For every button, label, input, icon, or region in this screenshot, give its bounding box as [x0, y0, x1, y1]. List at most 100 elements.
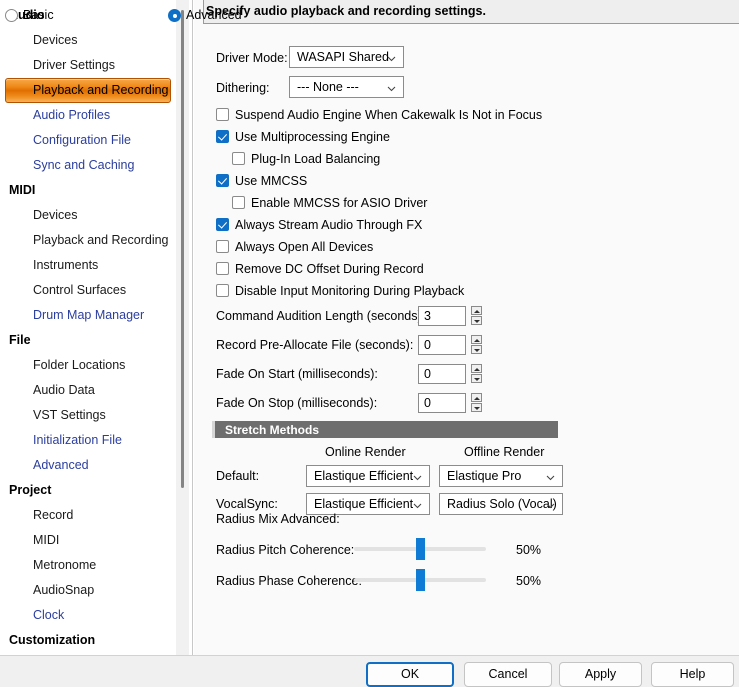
checkbox-indicator: [232, 152, 245, 165]
stepper-down-icon[interactable]: [471, 345, 482, 354]
cancel-button[interactable]: Cancel: [464, 662, 552, 687]
sidebar-item-configuration-file[interactable]: Configuration File: [5, 128, 171, 153]
driver-mode-dropdown[interactable]: WASAPI Shared: [289, 46, 404, 68]
spinner-label-2: Fade On Start (milliseconds):: [216, 367, 378, 381]
sidebar-group-file: File: [9, 333, 31, 347]
sidebar-item-instruments[interactable]: Instruments: [5, 253, 171, 278]
sidebar-item-sync-and-caching[interactable]: Sync and Caching: [5, 153, 171, 178]
checkbox-indicator: [216, 284, 229, 297]
chevron-down-icon: [387, 84, 396, 93]
mode-advanced-label: Advanced: [186, 8, 242, 22]
stretch-row-label-0: Default:: [216, 469, 260, 483]
chevron-down-icon: [387, 54, 396, 63]
online-render-column-header: Online Render: [325, 445, 406, 459]
page-title: Specify audio playback and recording set…: [206, 4, 486, 18]
stretch-offline-value: Radius Solo (Vocal): [447, 497, 557, 511]
sidebar-item-advanced[interactable]: Advanced: [5, 453, 171, 478]
checkbox-label: Remove DC Offset During Record: [235, 262, 424, 276]
stretch-offline-dropdown-1[interactable]: Radius Solo (Vocal): [439, 493, 563, 515]
content-body: Driver Mode: WASAPI Shared Dithering: --…: [194, 25, 739, 655]
stepper-up-icon[interactable]: [471, 306, 482, 315]
checkmark-icon: [216, 174, 229, 187]
slider-thumb-0[interactable]: [416, 538, 425, 560]
preferences-dialog: Audio Devices Driver Settings Playback and …: [0, 0, 739, 687]
stepper-down-icon[interactable]: [471, 316, 482, 325]
stepper-up-icon[interactable]: [471, 335, 482, 344]
sidebar-item-folder-locations[interactable]: Folder Locations: [5, 353, 171, 378]
stretch-methods-title: Stretch Methods: [225, 423, 320, 437]
checkbox-label: Plug-In Load Balancing: [251, 152, 381, 166]
stretch-offline-value: Elastique Pro: [447, 469, 522, 483]
stepper-down-icon[interactable]: [471, 403, 482, 412]
stretch-offline-dropdown-0[interactable]: Elastique Pro: [439, 465, 563, 487]
spinner-value: 0: [424, 396, 431, 410]
apply-button[interactable]: Apply: [559, 662, 642, 687]
sidebar-item-vst-settings[interactable]: VST Settings: [5, 403, 171, 428]
checkbox-label: Use Multiprocessing Engine: [235, 130, 390, 144]
checkbox-indicator: [216, 262, 229, 275]
sidebar-group-customization: Customization: [9, 633, 96, 647]
sidebar-item-control-surfaces[interactable]: Control Surfaces: [5, 278, 171, 303]
sidebar-item-audiosnap[interactable]: AudioSnap: [5, 578, 171, 603]
sidebar-item-devices[interactable]: Devices: [5, 203, 171, 228]
driver-mode-value: WASAPI Shared: [297, 50, 389, 64]
spinner-input-3[interactable]: 0: [418, 393, 466, 413]
slider-thumb-1[interactable]: [416, 569, 425, 591]
radio-indicator-advanced: [168, 9, 181, 22]
checkbox-label: Use MMCSS: [235, 174, 308, 188]
sidebar-item-devices[interactable]: Devices: [5, 28, 171, 53]
spinner-label-0: Command Audition Length (seconds):: [216, 309, 426, 323]
dithering-label: Dithering:: [216, 81, 270, 95]
stepper-up-icon[interactable]: [471, 393, 482, 402]
ok-button[interactable]: OK: [366, 662, 454, 687]
spinner-input-1[interactable]: 0: [418, 335, 466, 355]
radio-indicator-basic: [5, 9, 18, 22]
stretch-online-dropdown-0[interactable]: Elastique Efficient: [306, 465, 430, 487]
driver-mode-label: Driver Mode:: [216, 51, 288, 65]
checkbox-label: Disable Input Monitoring During Playback: [235, 284, 465, 298]
radius-mix-advanced-label: Radius Mix Advanced:: [216, 512, 340, 526]
dithering-dropdown[interactable]: --- None ---: [289, 76, 404, 98]
spinner-stepper-1[interactable]: [471, 335, 482, 355]
sidebar-scrollbar-thumb[interactable]: [181, 10, 184, 488]
sidebar-item-initialization-file[interactable]: Initialization File: [5, 428, 171, 453]
stepper-down-icon[interactable]: [471, 374, 482, 383]
sidebar: Audio Devices Driver Settings Playback and …: [0, 0, 193, 655]
sidebar-item-driver-settings[interactable]: Driver Settings: [5, 53, 171, 78]
spinner-label-3: Fade On Stop (milliseconds):: [216, 396, 378, 410]
sidebar-item-clock[interactable]: Clock: [5, 603, 171, 628]
help-button[interactable]: Help: [651, 662, 734, 687]
spinner-stepper-0[interactable]: [471, 306, 482, 326]
sidebar-item-drum-map-manager[interactable]: Drum Map Manager: [5, 303, 171, 328]
checkbox-label: Always Open All Devices: [235, 240, 374, 254]
checkbox-label: Suspend Audio Engine When Cakewalk Is No…: [235, 108, 543, 122]
checkmark-icon: [216, 218, 229, 231]
spinner-label-1: Record Pre-Allocate File (seconds):: [216, 338, 414, 352]
sidebar-item-audio-profiles[interactable]: Audio Profiles: [5, 103, 171, 128]
spinner-input-2[interactable]: 0: [418, 364, 466, 384]
content-panel: Specify audio playback and recording set…: [194, 0, 739, 655]
sidebar-item-midi[interactable]: MIDI: [5, 528, 171, 553]
checkbox-indicator: [216, 240, 229, 253]
spinner-stepper-3[interactable]: [471, 393, 482, 413]
checkbox-indicator: [216, 108, 229, 121]
slider-label-0: Radius Pitch Coherence:: [216, 543, 355, 557]
stretch-row-label-1: VocalSync:: [216, 497, 278, 511]
chevron-down-icon: [546, 501, 555, 510]
sidebar-item-audio-data[interactable]: Audio Data: [5, 378, 171, 403]
chevron-down-icon: [546, 473, 555, 482]
spinner-stepper-2[interactable]: [471, 364, 482, 384]
sidebar-item-record[interactable]: Record: [5, 503, 171, 528]
sidebar-group-project: Project: [9, 483, 52, 497]
sidebar-item-metronome[interactable]: Metronome: [5, 553, 171, 578]
stretch-online-value: Elastique Efficient: [314, 497, 414, 511]
checkbox-label: Enable MMCSS for ASIO Driver: [251, 196, 428, 210]
spinner-input-0[interactable]: 3: [418, 306, 466, 326]
checkmark-icon: [216, 130, 229, 143]
sidebar-item-playback-and-recording[interactable]: Playback and Recording: [5, 78, 171, 103]
dithering-value: --- None ---: [297, 80, 359, 94]
sidebar-item-playback-and-recording[interactable]: Playback and Recording: [5, 228, 171, 253]
checkbox-indicator: [232, 196, 245, 209]
slider-label-1: Radius Phase Coherence:: [216, 574, 362, 588]
stepper-up-icon[interactable]: [471, 364, 482, 373]
